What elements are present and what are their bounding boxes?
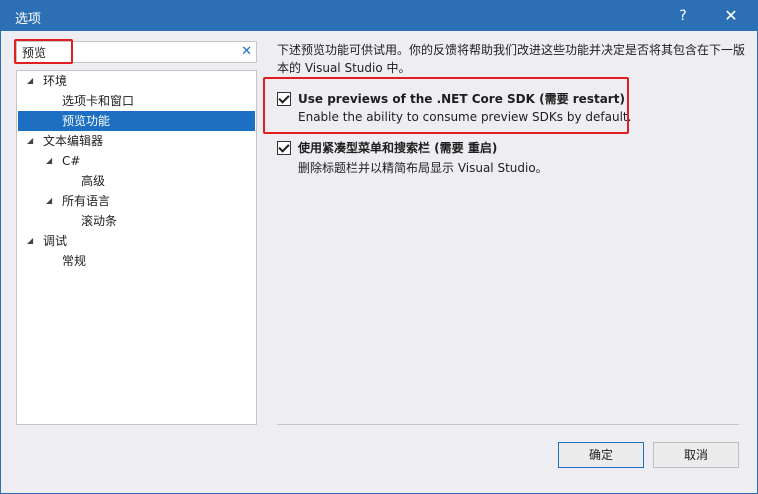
dotnet-preview-checkbox[interactable] [277,92,291,106]
cancel-button[interactable]: 取消 [653,442,739,468]
tree-item-all-languages[interactable]: ◢ 所有语言 [18,191,255,211]
tree-item-label: 滚动条 [81,214,118,228]
tree-item-text-editor[interactable]: ◢ 文本编辑器 [18,131,255,151]
tree-item-label: 调试 [43,234,68,248]
tree-item-tabs-windows[interactable]: 选项卡和窗口 [18,91,255,111]
compact-menu-checkbox[interactable] [277,141,291,155]
dialog-title: 选项 [15,12,42,27]
options-dialog: 选项 ? ✕ ✕ ◢ 环境 选项卡和窗口 预览功能 ◢ 文本编辑器 ◢ C# 高… [0,0,758,494]
option-title: Use previews of the .NET Core SDK (需要 re… [298,92,625,106]
option-description: Enable the ability to consume preview SD… [298,110,632,124]
tree-item-label: C# [62,154,81,168]
tree-item-label: 所有语言 [62,194,111,208]
help-button[interactable]: ? [669,1,697,31]
option-title: 使用紧凑型菜单和搜索栏 (需要 重启) [298,141,498,155]
divider [277,424,739,425]
close-button[interactable]: ✕ [717,1,745,31]
clear-search-icon[interactable]: ✕ [241,44,252,59]
search-box: ✕ [16,41,257,63]
tree-item-advanced[interactable]: 高级 [18,171,255,191]
tree-item-csharp[interactable]: ◢ C# [18,151,255,171]
tree-item-debugging[interactable]: ◢ 调试 [18,231,255,251]
tree-item-label: 选项卡和窗口 [62,94,135,108]
tree-item-label: 高级 [81,174,106,188]
expanded-arrow-icon[interactable]: ◢ [46,191,52,211]
expanded-arrow-icon[interactable]: ◢ [27,231,33,251]
search-input[interactable] [22,44,232,60]
tree-item-scrollbars[interactable]: 滚动条 [18,211,255,231]
ok-button[interactable]: 确定 [558,442,644,468]
page-description: 下述预览功能可供试用。你的反馈将帮助我们改进这些功能并决定是否将其包含在下一版本… [277,43,746,75]
tree-item-environment[interactable]: ◢ 环境 [18,71,255,91]
options-tree[interactable]: ◢ 环境 选项卡和窗口 预览功能 ◢ 文本编辑器 ◢ C# 高级 ◢ 所有语言 … [16,70,257,425]
tree-item-label: 环境 [43,74,68,88]
expanded-arrow-icon[interactable]: ◢ [27,71,33,91]
expanded-arrow-icon[interactable]: ◢ [46,151,52,171]
tree-item-label: 预览功能 [62,114,111,128]
tree-item-general[interactable]: 常规 [18,251,255,271]
expanded-arrow-icon[interactable]: ◢ [27,131,33,151]
option-description: 删除标题栏并以精简布局显示 Visual Studio。 [298,161,548,175]
tree-item-label: 文本编辑器 [43,134,104,148]
tree-item-preview-features[interactable]: 预览功能 [18,111,255,131]
title-bar: 选项 ? ✕ [1,1,757,31]
tree-item-label: 常规 [62,254,87,268]
